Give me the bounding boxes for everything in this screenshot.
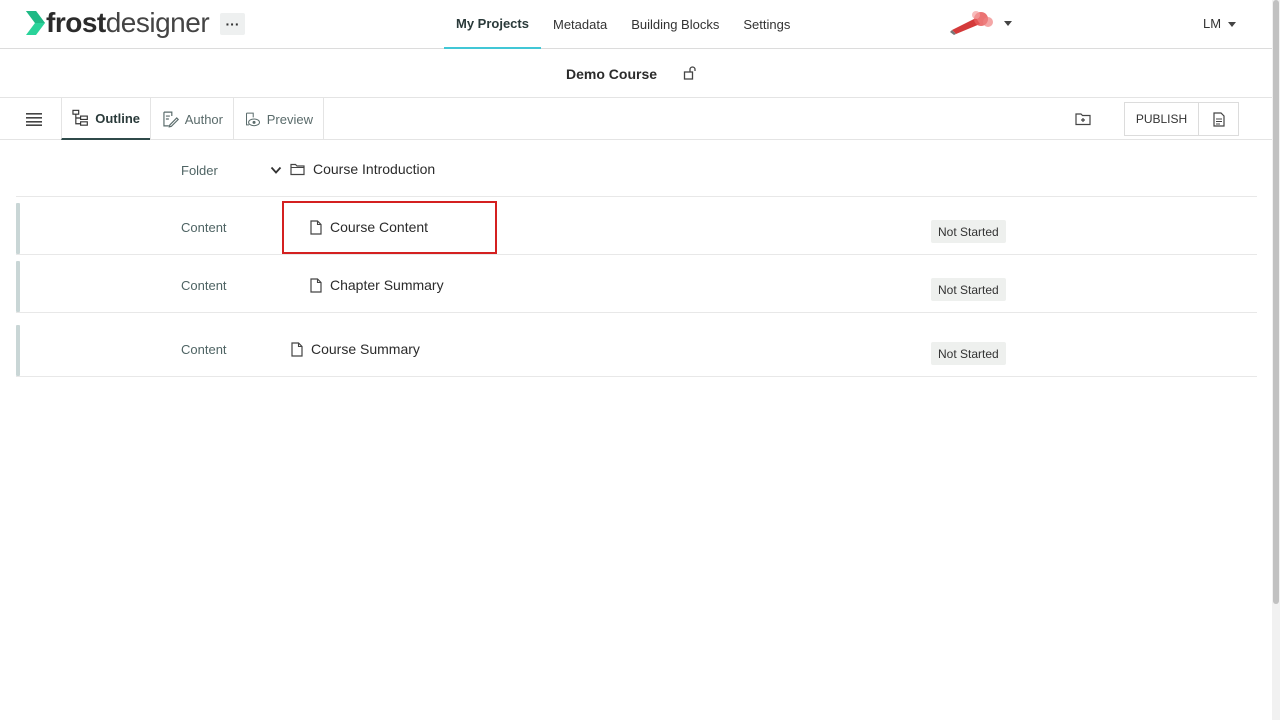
logo-text-light: designer [105, 7, 210, 38]
row-item-name: Course Introduction [313, 161, 436, 177]
tab-outline[interactable]: Outline [61, 98, 150, 140]
outline-row-content[interactable]: Content Course Content Not Started [16, 197, 1257, 255]
author-edit-icon [163, 111, 179, 128]
chevron-down-icon[interactable] [270, 166, 282, 175]
status-badge: Not Started [931, 342, 1006, 365]
row-type-label: Content [181, 220, 227, 235]
row-item-name: Course Summary [311, 341, 420, 357]
file-icon [291, 341, 303, 357]
unlock-icon[interactable] [683, 66, 697, 80]
selection-highlight [282, 201, 497, 254]
organization-logo-icon [950, 11, 993, 35]
organization-logo[interactable] [948, 10, 998, 36]
tab-author-label: Author [184, 111, 223, 127]
logo-chevron-icon [26, 11, 45, 35]
top-navbar: frostdesigner ··· My Projects Metadata B… [0, 0, 1272, 49]
user-menu[interactable]: LM [1203, 16, 1221, 31]
nav-building-blocks[interactable]: Building Blocks [619, 0, 731, 49]
row-drag-handle[interactable] [16, 261, 20, 312]
row-item-name: Chapter Summary [330, 277, 444, 293]
course-title: Demo Course [566, 66, 658, 82]
status-badge: Not Started [931, 220, 1006, 243]
organization-dropdown-chevron-icon[interactable] [1004, 21, 1012, 26]
row-type-label: Content [181, 342, 227, 357]
preview-eye-icon [246, 112, 260, 127]
user-initials: LM [1203, 16, 1222, 31]
editor-toolbar: Outline Author Preview PUBLISH [0, 98, 1272, 140]
row-type-label: Content [181, 278, 227, 293]
tab-preview[interactable]: Preview [233, 98, 324, 140]
more-options-button[interactable]: ··· [220, 13, 245, 35]
page-scrollbar[interactable] [1272, 0, 1280, 720]
outline-tree-icon [72, 109, 88, 126]
nav-settings[interactable]: Settings [731, 0, 802, 49]
row-drag-handle[interactable] [16, 203, 20, 254]
document-button[interactable] [1198, 102, 1239, 136]
status-badge: Not Started [931, 278, 1006, 301]
row-type-label: Folder [181, 163, 218, 178]
nav-my-projects[interactable]: My Projects [444, 0, 541, 49]
publish-button[interactable]: PUBLISH [1124, 102, 1199, 136]
outline-row-folder[interactable]: Folder Course Introduction [16, 141, 1257, 197]
outline-row-content[interactable]: Content Course Summary Not Started [16, 313, 1257, 377]
course-title-bar: Demo Course [0, 49, 1272, 98]
document-icon [1212, 111, 1225, 127]
tab-author[interactable]: Author [150, 98, 233, 140]
frost-designer-logo[interactable]: frostdesigner [24, 7, 210, 39]
hamburger-menu-icon[interactable] [26, 112, 42, 126]
nav-metadata[interactable]: Metadata [541, 0, 619, 49]
main-nav: My Projects Metadata Building Blocks Set… [444, 0, 802, 49]
logo-text-bold: frost [46, 7, 106, 38]
outline-row-content[interactable]: Content Chapter Summary Not Started [16, 255, 1257, 313]
row-drag-handle[interactable] [16, 325, 20, 376]
user-dropdown-chevron-icon[interactable] [1228, 22, 1236, 27]
folder-icon [290, 163, 305, 175]
tab-preview-label: Preview [266, 111, 313, 127]
add-folder-icon[interactable] [1075, 112, 1091, 126]
scrollbar-thumb[interactable] [1273, 0, 1279, 604]
tab-outline-label: Outline [95, 110, 140, 126]
file-icon [310, 277, 322, 293]
